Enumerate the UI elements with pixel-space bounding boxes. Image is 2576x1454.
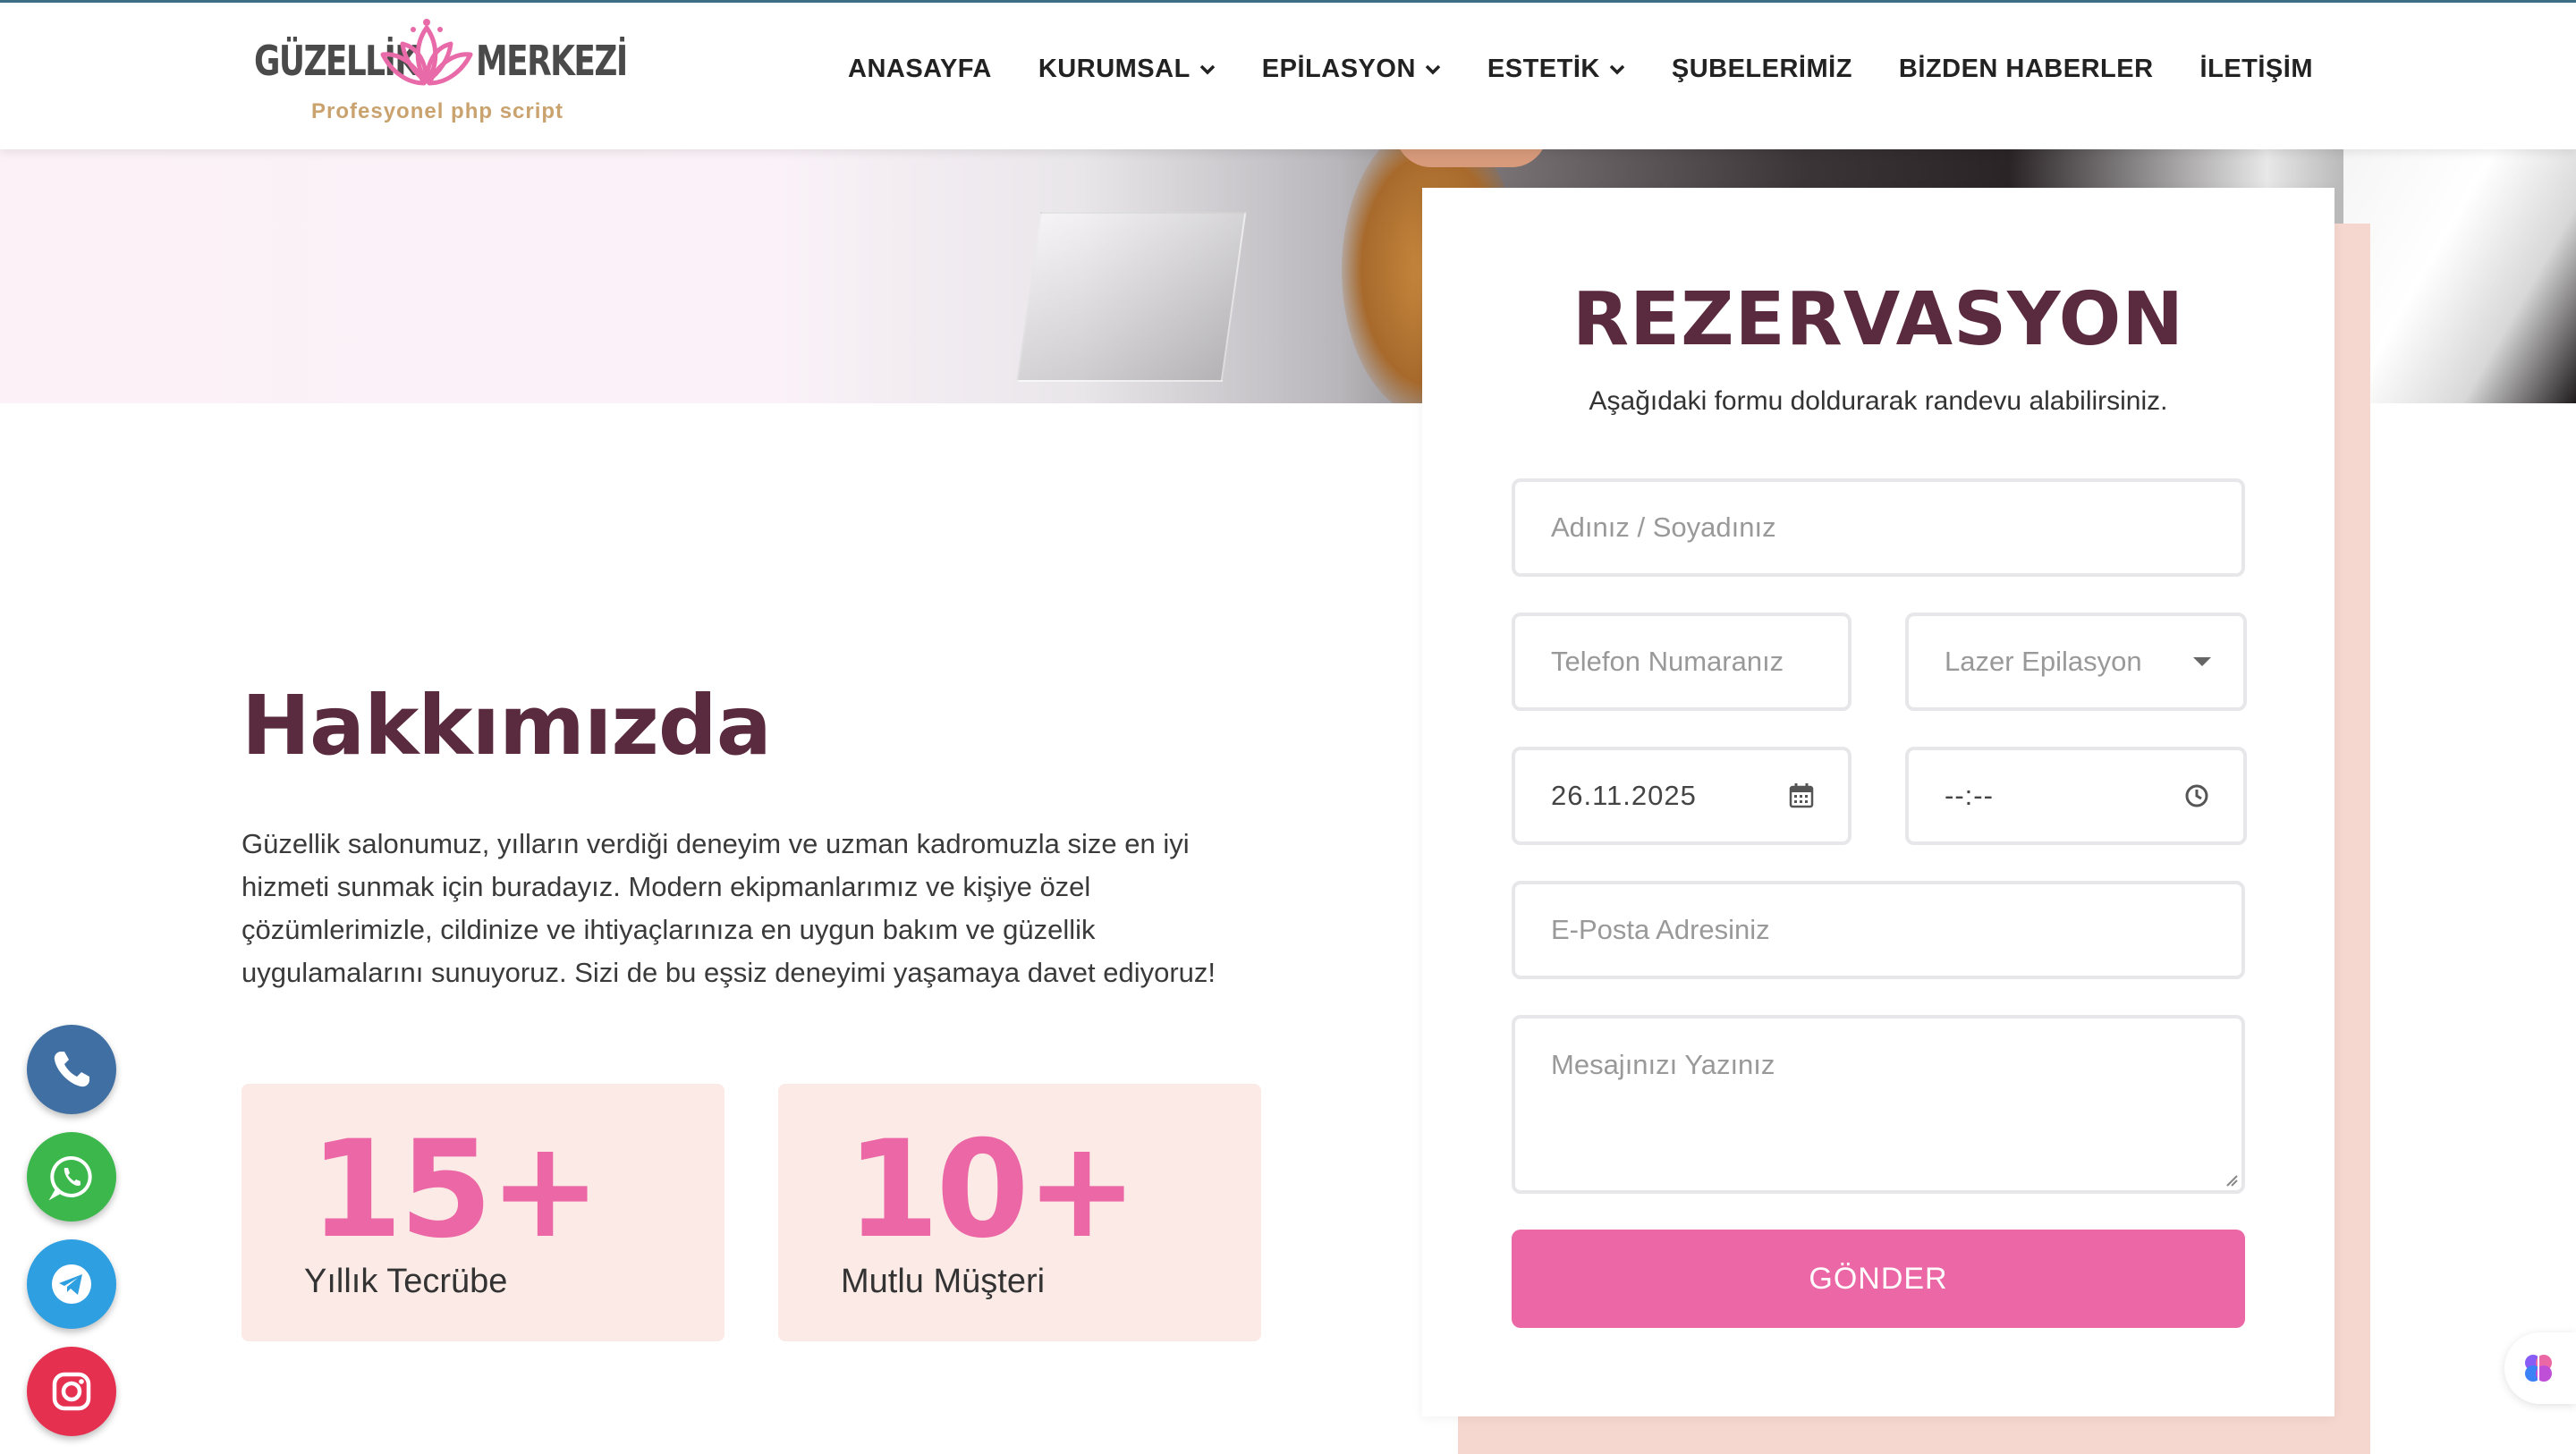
submit-label: GÖNDER	[1809, 1261, 1948, 1296]
time-value: --:--	[1945, 780, 1994, 811]
stat-card-customers: 10+ Mutlu Müşteri	[778, 1084, 1261, 1341]
lotus-logo-icon	[380, 19, 473, 86]
hero-glass-object	[1016, 212, 1247, 382]
service-select[interactable]: Lazer Epilasyon	[1905, 613, 2247, 711]
nav-item-estetik[interactable]: ESTETİK	[1487, 55, 1625, 84]
date-value: 26.11.2025	[1551, 780, 1697, 811]
nav-item-label: ANASAYFA	[848, 55, 992, 83]
nav-item-subelerimiz[interactable]: ŞUBELERİMİZ	[1672, 55, 1852, 84]
name-input[interactable]: Adınız / Soyadınız	[1512, 478, 2245, 577]
phone-input[interactable]: Telefon Numaranız	[1512, 613, 1852, 711]
nav-item-label: ŞUBELERİMİZ	[1671, 55, 1852, 83]
phone-icon	[54, 1052, 89, 1087]
nav-item-label: İLETİŞİM	[2199, 55, 2313, 83]
calendar-icon[interactable]	[1787, 782, 1816, 810]
about-text: Güzellik salonumuz, yılların verdiği den…	[242, 828, 1216, 988]
whatsapp-button[interactable]	[27, 1132, 116, 1222]
nav-item-epilasyon[interactable]: EPİLASYON	[1262, 55, 1441, 84]
date-input[interactable]: 26.11.2025	[1512, 747, 1852, 845]
instagram-icon	[52, 1372, 91, 1411]
telegram-button[interactable]	[27, 1239, 116, 1329]
message-placeholder: Mesajınızı Yazınız	[1551, 1049, 1775, 1080]
name-placeholder: Adınız / Soyadınız	[1551, 511, 1776, 543]
logo-word-right: MERKEZİ	[476, 37, 628, 85]
email-input[interactable]: E-Posta Adresiniz	[1512, 881, 2245, 979]
chevron-down-icon	[1199, 64, 1216, 74]
reservation-subtitle: Aşağıdaki formu doldurarak randevu alabi…	[1589, 386, 2168, 416]
nav-item-kurumsal[interactable]: KURUMSAL	[1038, 55, 1216, 84]
brain-icon	[2525, 1355, 2552, 1382]
whatsapp-icon	[48, 1155, 92, 1201]
site-logo[interactable]: GÜZELLİK MERKEZİ Profesyonel php script	[250, 17, 628, 133]
time-input[interactable]: --:--	[1905, 747, 2247, 845]
reservation-title: REZERVASYON	[1572, 277, 2184, 362]
logo-tagline: Profesyonel php script	[311, 99, 564, 123]
stat-label: Yıllık Tecrübe	[304, 1263, 508, 1300]
message-textarea[interactable]: Mesajınızı Yazınız	[1512, 1015, 2245, 1194]
stat-number: 15+	[309, 1112, 601, 1268]
nav-item-label: KURUMSAL	[1038, 55, 1191, 83]
nav-item-label: BİZDEN HABERLER	[1898, 55, 2154, 83]
clock-icon[interactable]	[2182, 782, 2211, 810]
phone-button[interactable]	[27, 1025, 116, 1114]
caret-down-icon	[2193, 657, 2211, 666]
submit-button[interactable]: GÖNDER	[1512, 1230, 2245, 1328]
nav-item-iletisim[interactable]: İLETİŞİM	[2200, 55, 2313, 84]
main-nav: ANASAYFA KURUMSAL EPİLASYON ESTETİK ŞUBE…	[848, 55, 2313, 84]
hero-face-shape	[1395, 149, 1547, 167]
service-selected-value: Lazer Epilasyon	[1945, 646, 2142, 677]
chevron-down-icon	[1425, 64, 1441, 74]
phone-placeholder: Telefon Numaranız	[1551, 646, 1784, 677]
reservation-form-card: REZERVASYON Aşağıdaki formu doldurarak r…	[1422, 188, 2334, 1416]
chevron-down-icon	[1609, 64, 1625, 74]
about-title: Hakkımızda	[242, 678, 772, 773]
stat-number: 10+	[846, 1112, 1138, 1268]
assistant-widget-button[interactable]	[2504, 1332, 2576, 1404]
nav-item-bizden-haberler[interactable]: BİZDEN HABERLER	[1899, 55, 2154, 84]
stat-card-experience: 15+ Yıllık Tecrübe	[242, 1084, 724, 1341]
nav-item-label: EPİLASYON	[1261, 55, 1416, 83]
hero-shirt-shape	[2343, 149, 2576, 403]
site-header: GÜZELLİK MERKEZİ Profesyonel php script …	[0, 3, 2576, 149]
nav-item-anasayfa[interactable]: ANASAYFA	[848, 55, 992, 84]
email-placeholder: E-Posta Adresiniz	[1551, 914, 1770, 945]
resize-handle-icon[interactable]	[2224, 1172, 2238, 1187]
nav-item-label: ESTETİK	[1487, 55, 1600, 83]
instagram-button[interactable]	[27, 1347, 116, 1436]
telegram-icon	[52, 1264, 91, 1304]
stat-label: Mutlu Müşteri	[841, 1263, 1046, 1300]
